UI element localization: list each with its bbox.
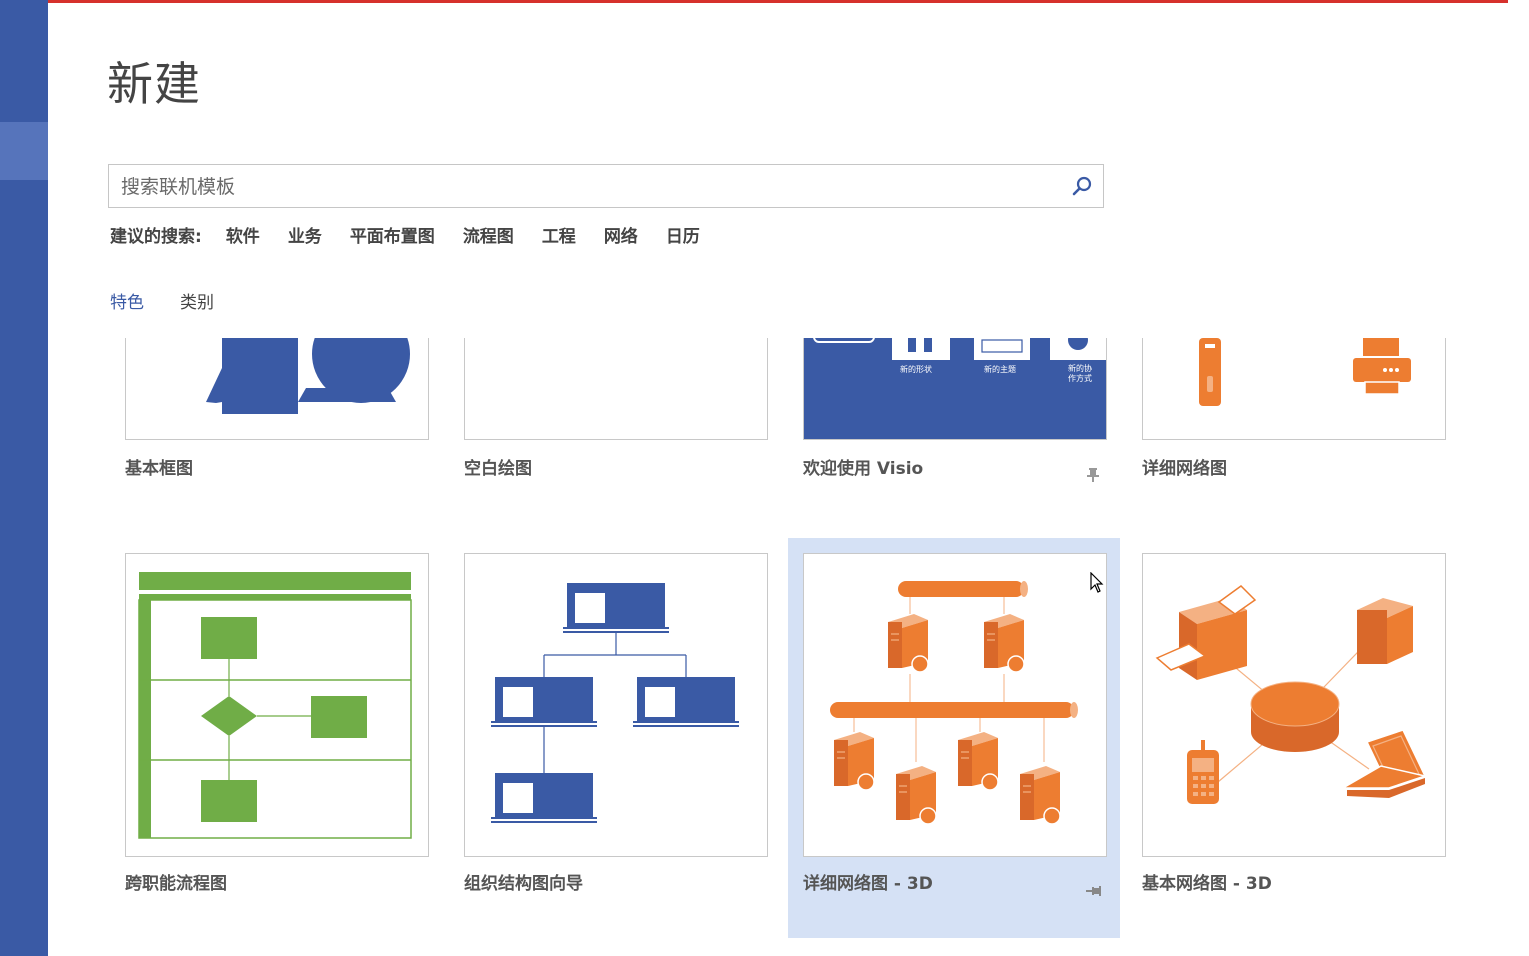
sidebar-item-new[interactable] <box>0 122 48 180</box>
suggested-search-engineering[interactable]: 工程 <box>542 222 576 247</box>
template-thumbnail <box>1142 553 1446 857</box>
template-thumbnail <box>1142 338 1446 440</box>
suggested-search-business[interactable]: 业务 <box>288 222 322 247</box>
search-input[interactable] <box>119 165 1063 209</box>
template-label: 基本网络图 - 3D <box>1142 874 1272 894</box>
title-accent-line <box>48 0 1508 3</box>
welcome-thumb-text-1: 新的形状 <box>900 365 932 374</box>
detailed-network-3d-preview <box>830 581 1078 825</box>
search-icon[interactable] <box>1071 175 1093 197</box>
template-thumbnail <box>125 553 429 857</box>
template-thumbnail: 新的形状 新的主题 新的协作方式 <box>803 338 1107 440</box>
template-label: 欢迎使用 Visio <box>803 459 924 479</box>
pin-icon[interactable] <box>1085 466 1101 482</box>
template-label: 组织结构图向导 <box>464 874 583 894</box>
tab-categories[interactable]: 类别 <box>180 288 214 313</box>
suggested-search-calendar[interactable]: 日历 <box>666 222 700 247</box>
search-box[interactable] <box>108 164 1104 209</box>
welcome-thumb-text-2: 新的主题 <box>984 365 1016 374</box>
template-label: 详细网络图 <box>1142 459 1227 479</box>
template-thumbnail <box>803 553 1107 857</box>
mouse-cursor-icon <box>1090 572 1104 593</box>
pin-icon[interactable] <box>1085 883 1101 899</box>
template-label: 空白绘图 <box>464 459 532 479</box>
detailed-network-preview <box>1199 338 1411 406</box>
template-label: 详细网络图 - 3D <box>803 874 933 894</box>
basic-network-3d-preview <box>1155 585 1428 804</box>
suggested-search-software[interactable]: 软件 <box>226 222 260 247</box>
basic-block-preview <box>206 338 412 414</box>
welcome-visio-preview <box>804 338 1106 439</box>
template-tabs: 特色 类别 <box>110 288 250 313</box>
cross-functional-preview <box>138 572 412 839</box>
org-chart-preview <box>491 583 739 823</box>
template-thumbnail <box>464 553 768 857</box>
template-label: 基本框图 <box>125 459 193 479</box>
page-title: 新建 <box>107 57 201 111</box>
template-thumbnail <box>464 338 768 440</box>
suggested-searches: 建议的搜索: 软件 业务 平面布置图 流程图 工程 网络 日历 <box>110 222 728 247</box>
welcome-thumb-text-3: 新的协作方式 <box>1068 364 1092 383</box>
suggested-search-flowchart[interactable]: 流程图 <box>463 222 514 247</box>
suggested-search-network[interactable]: 网络 <box>604 222 638 247</box>
suggested-searches-label: 建议的搜索: <box>110 227 202 247</box>
template-thumbnail <box>125 338 429 440</box>
tab-featured[interactable]: 特色 <box>110 288 144 313</box>
template-label: 跨职能流程图 <box>125 874 227 894</box>
suggested-search-floorplan[interactable]: 平面布置图 <box>350 222 435 247</box>
